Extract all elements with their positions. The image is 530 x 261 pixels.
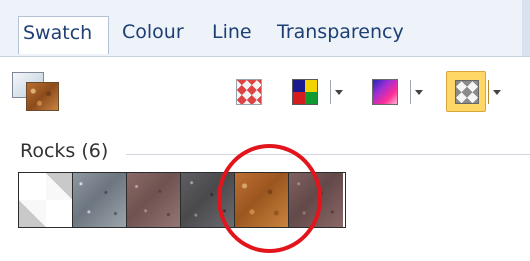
dark-brown-rock-swatch[interactable]: [289, 173, 343, 227]
brown-rock-swatch[interactable]: [127, 173, 181, 227]
preview-front-icon: [26, 82, 59, 111]
dark-grey-rock-swatch[interactable]: [181, 173, 235, 227]
separator: [330, 80, 331, 104]
tab-transparency[interactable]: Transparency: [273, 16, 408, 48]
pattern-fill-icon[interactable]: [236, 79, 262, 105]
grey-rock-swatch[interactable]: [73, 173, 127, 227]
tab-swatch[interactable]: Swatch: [18, 16, 109, 54]
orange-rock-swatch[interactable]: [235, 173, 289, 227]
tab-bar: Swatch Colour Line Transparency: [0, 0, 530, 57]
blank-swatch[interactable]: [19, 173, 73, 227]
gradient-fill-dropdown[interactable]: [410, 80, 424, 104]
group-divider: [126, 154, 530, 155]
chevron-down-icon: [493, 90, 501, 95]
swatch-panel: Swatch Colour Line Transparency Rocks (6…: [0, 0, 530, 261]
chevron-down-icon: [335, 90, 343, 95]
current-swatch-preview-icon: [10, 68, 60, 112]
colour-fill-icon[interactable]: [292, 79, 318, 105]
colour-fill-dropdown[interactable]: [330, 80, 344, 104]
swatch-fill-dropdown[interactable]: [488, 80, 502, 104]
chevron-down-icon: [415, 90, 423, 95]
swatch-grid: [18, 172, 346, 228]
separator: [410, 80, 411, 104]
separator: [488, 80, 489, 104]
gradient-fill-icon[interactable]: [372, 79, 398, 105]
group-label: Rocks (6): [20, 140, 117, 162]
tab-colour[interactable]: Colour: [118, 16, 188, 48]
tab-bar-edge: [522, 0, 530, 56]
swatch-fill-button[interactable]: [446, 71, 486, 112]
tab-line[interactable]: Line: [208, 16, 256, 48]
